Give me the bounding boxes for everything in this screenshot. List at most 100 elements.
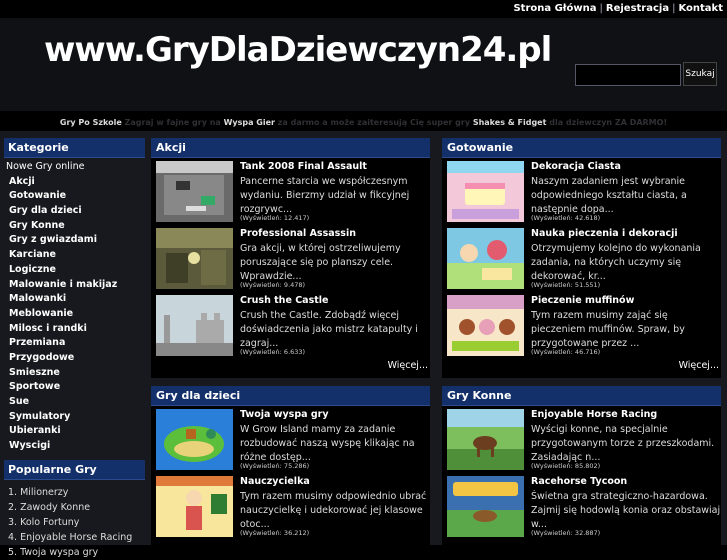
sidebar-item-sue[interactable]: Sue (4, 395, 145, 410)
tagline-link-2[interactable]: Wyspa Gier (224, 118, 275, 127)
more-link[interactable]: Więcej... (151, 359, 430, 373)
game-views: (Wyświetleń: 46.716) (531, 348, 601, 356)
castle-thumbnail[interactable] (156, 295, 233, 356)
sidebar-item-gotowanie[interactable]: Gotowanie (4, 189, 145, 204)
sidebar-item-milosc[interactable]: Milosc i randki (4, 322, 145, 337)
game-description: Naszym zadaniem jest wybranie odpowiedni… (531, 176, 687, 215)
sidebar-item-nowe[interactable]: Nowe Gry online (4, 160, 145, 175)
popular-item[interactable]: 3. Kolo Fortuny (8, 515, 145, 530)
game-views: (Wyświetleń: 9.478) (240, 281, 306, 289)
panel-gry-konne: Gry Konne Enjoyable Horse Racing Wyścigi… (442, 386, 721, 545)
horse-racing-thumbnail[interactable] (447, 409, 524, 470)
game-description: Otrzymujemy kolejno do wykonania zadania… (531, 243, 701, 282)
sidebar-item-dzieci[interactable]: Gry dla dzieci (4, 204, 145, 219)
sidebar-item-ubieranki[interactable]: Ubieranki (4, 424, 145, 439)
popular-list: 1. Milionerzy 2. Zawody Konne 3. Kolo Fo… (4, 480, 145, 560)
tagline-text-2: za darmo a może zaiteresują Cię super gr… (274, 118, 473, 127)
game-title[interactable]: Enjoyable Horse Racing (531, 409, 657, 420)
game-item: Enjoyable Horse Racing Wyścigi konne, na… (442, 406, 721, 473)
teacher-thumbnail[interactable] (156, 476, 233, 537)
game-views: (Wyświetleń: 32.887) (531, 529, 601, 537)
sidebar-item-smieszne[interactable]: Smieszne (4, 366, 145, 381)
game-description: Tym razem musimy odpowiednio ubrać naucz… (240, 491, 427, 530)
baking-thumbnail[interactable] (447, 228, 524, 289)
sidebar-item-logiczne[interactable]: Logiczne (4, 263, 145, 278)
more-link[interactable]: Więcej... (442, 359, 721, 373)
game-title[interactable]: Nauczycielka (240, 476, 310, 487)
sidebar-item-malowanki[interactable]: Malowanki (4, 292, 145, 307)
popular-item[interactable]: 5. Twoja wyspa gry (8, 545, 145, 560)
popular-sidebar: Popularne Gry 1. Milionerzy 2. Zawody Ko… (4, 460, 145, 560)
popular-item[interactable]: 4. Enjoyable Horse Racing (8, 530, 145, 545)
panel-gry-dla-dzieci: Gry dla dzieci Twoja wyspa gry W Grow Is… (151, 386, 430, 545)
game-description: Pancerne starcia we współczesnym wydaniu… (240, 176, 410, 215)
panel-gotowanie: Gotowanie Dekoracja Ciasta Naszym zadani… (442, 138, 721, 378)
panel-heading[interactable]: Gry Konne (442, 386, 721, 406)
contact-link[interactable]: Kontakt (678, 3, 723, 14)
category-heading: Kategorie (4, 138, 145, 158)
game-title[interactable]: Nauka pieczenia i dekoracji (531, 228, 678, 239)
sidebar-item-sportowe[interactable]: Sportowe (4, 380, 145, 395)
game-item: Nauczycielka Tym razem musimy odpowiedni… (151, 473, 430, 540)
game-description: Tym razem musimy zająć się pieczeniem mu… (531, 310, 685, 349)
sidebar-item-gwiazdy[interactable]: Gry z gwiazdami (4, 233, 145, 248)
header: www.GryDlaDziewczyn24.pl Szukaj (0, 18, 727, 111)
category-list: Nowe Gry online Akcji Gotowanie Gry dla … (4, 158, 145, 454)
game-views: (Wyświetleń: 42.618) (531, 214, 601, 222)
search-input[interactable] (575, 64, 681, 86)
sidebar-item-wyscigi[interactable]: Wyscigi (4, 439, 145, 454)
game-title[interactable]: Tank 2008 Final Assault (240, 161, 367, 172)
sidebar-item-przemiana[interactable]: Przemiana (4, 336, 145, 351)
panel-heading[interactable]: Gotowanie (442, 138, 721, 158)
sidebar-item-konne[interactable]: Gry Konne (4, 219, 145, 234)
home-link[interactable]: Strona Główna (513, 3, 596, 14)
game-title[interactable]: Crush the Castle (240, 295, 328, 306)
game-title[interactable]: Pieczenie muffinów (531, 295, 634, 306)
game-views: (Wyświetleń: 6.633) (240, 348, 306, 356)
game-description: Wyścigi konne, na specjalnie przygotowan… (531, 424, 715, 463)
game-views: (Wyświetleń: 51.551) (531, 281, 601, 289)
game-views: (Wyświetleń: 12.417) (240, 214, 310, 222)
tank-thumbnail[interactable] (156, 161, 233, 222)
muffin-thumbnail[interactable] (447, 295, 524, 356)
panel-heading[interactable]: Akcji (151, 138, 430, 158)
sidebar-item-symulatory[interactable]: Symulatory (4, 410, 145, 425)
popular-heading: Popularne Gry (4, 460, 145, 480)
game-views: (Wyświetleń: 75.286) (240, 462, 310, 470)
game-description: Gra akcji, w której ostrzeliwujemy porus… (240, 243, 401, 282)
register-link[interactable]: Rejestracja (606, 3, 669, 14)
tagline-link-3[interactable]: Shakes & Fidget (473, 118, 547, 127)
game-item: Professional Assassin Gra akcji, w które… (151, 225, 430, 292)
site-logo[interactable]: www.GryDlaDziewczyn24.pl (44, 30, 552, 70)
search-button[interactable]: Szukaj (683, 62, 717, 86)
cake-thumbnail[interactable] (447, 161, 524, 222)
island-thumbnail[interactable] (156, 409, 233, 470)
game-description: W Grow Island mamy za zadanie rozbudować… (240, 424, 415, 463)
game-views: (Wyświetleń: 36.212) (240, 529, 310, 537)
game-description: Świetna gra strategiczno-hazardowa. Zajm… (531, 491, 721, 530)
sidebar-item-przygodowe[interactable]: Przygodowe (4, 351, 145, 366)
game-item: Tank 2008 Final Assault Pancerne starcia… (151, 158, 430, 225)
tagline: Gry Po Szkole Zagraj w fajne gry na Wysp… (0, 118, 727, 127)
game-description: Crush the Castle. Zdobądź więcej doświad… (240, 310, 418, 349)
game-title[interactable]: Twoja wyspa gry (240, 409, 329, 420)
sidebar-item-akcji[interactable]: Akcji (4, 175, 145, 190)
sidebar-item-malowanie[interactable]: Malowanie i makijaz (4, 278, 145, 293)
assassin-thumbnail[interactable] (156, 228, 233, 289)
sidebar-item-karciane[interactable]: Karciane (4, 248, 145, 263)
popular-item[interactable]: 2. Zawody Konne (8, 500, 145, 515)
tagline-link-1[interactable]: Gry Po Szkole (60, 118, 122, 127)
game-item: Dekoracja Ciasta Naszym zadaniem jest wy… (442, 158, 721, 225)
top-links: Strona Główna | Rejestracja | Kontakt (513, 3, 723, 14)
game-title[interactable]: Professional Assassin (240, 228, 356, 239)
tagline-text-3: dla dziewczyn ZA DARMO! (546, 118, 668, 127)
game-title[interactable]: Dekoracja Ciasta (531, 161, 621, 172)
panel-heading[interactable]: Gry dla dzieci (151, 386, 430, 406)
game-title[interactable]: Racehorse Tycoon (531, 476, 627, 487)
sidebar-item-meblowanie[interactable]: Meblowanie (4, 307, 145, 322)
game-views: (Wyświetleń: 85.802) (531, 462, 601, 470)
racehorse-tycoon-thumbnail[interactable] (447, 476, 524, 537)
game-item: Pieczenie muffinów Tym razem musimy zają… (442, 292, 721, 359)
category-sidebar: Kategorie Nowe Gry online Akcji Gotowani… (4, 138, 145, 454)
popular-item[interactable]: 1. Milionerzy (8, 485, 145, 500)
